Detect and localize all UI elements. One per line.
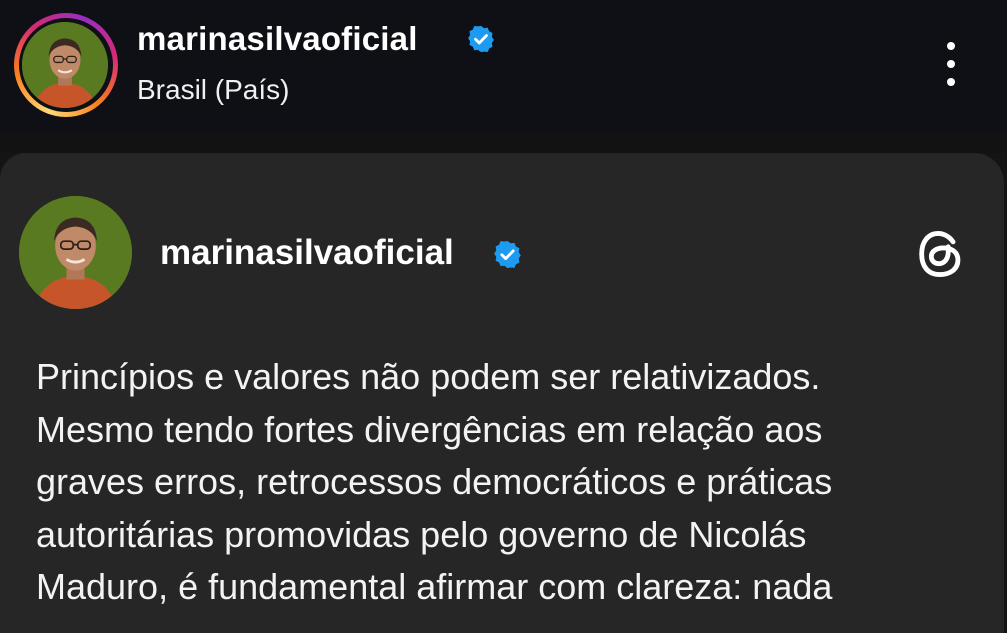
verified-badge-icon — [494, 240, 521, 269]
post-text-line: graves erros, retrocessos democráticos e… — [36, 461, 833, 502]
more-dot — [947, 60, 955, 68]
header-location[interactable]: Brasil (País) — [137, 74, 289, 106]
more-dot — [947, 78, 955, 86]
post-text-line: Princípios e valores não podem ser relat… — [36, 356, 821, 397]
avatar-portrait-icon — [19, 196, 132, 309]
threads-icon[interactable] — [912, 225, 970, 283]
avatar[interactable] — [22, 22, 108, 108]
post-avatar[interactable] — [19, 196, 132, 309]
header-username[interactable]: marinasilvaoficial — [137, 20, 418, 58]
threads-post-card: marinasilvaoficial Princípios e valores … — [0, 153, 1004, 633]
avatar-portrait-icon — [22, 22, 108, 108]
post-text-line: Mesmo tendo fortes divergências em relaç… — [36, 408, 823, 450]
more-options-button[interactable] — [938, 40, 964, 88]
more-dot — [947, 42, 955, 50]
post-text: Princípios e valores não podem ser relat… — [36, 351, 976, 614]
post-header: marinasilvaoficial Brasil (País) — [0, 0, 1007, 133]
post-text-line: Maduro, é fundamental afirmar com clarez… — [36, 566, 833, 607]
post-username[interactable]: marinasilvaoficial — [160, 233, 454, 273]
verified-badge-icon — [468, 25, 494, 53]
post-text-line: autoritárias promovidas pelo governo de … — [36, 513, 807, 555]
divider — [0, 133, 1007, 153]
